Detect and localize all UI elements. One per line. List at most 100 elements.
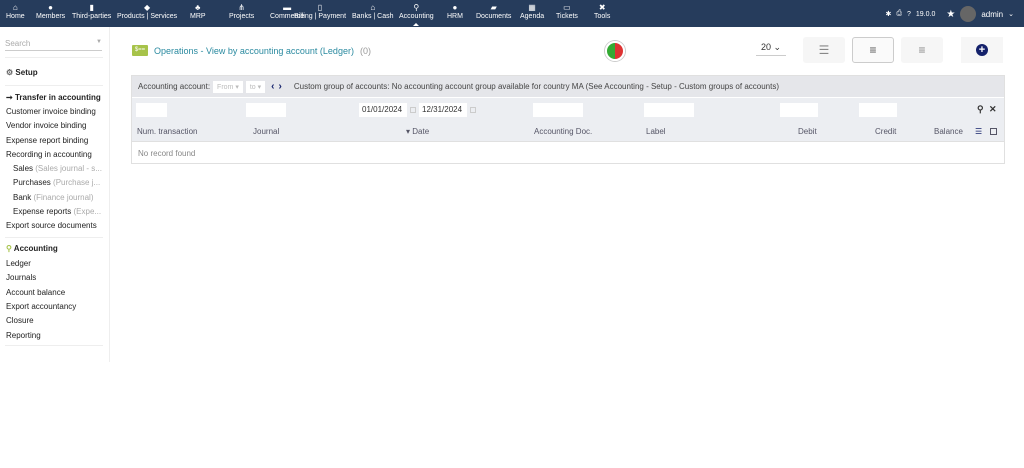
sidebar-journal-item[interactable]: Purchases (Purchase j... bbox=[13, 178, 100, 187]
align-center-icon: ≡ bbox=[869, 43, 877, 57]
top-right-tools: ✱ ⎙ ? 19.0.0 ★ admin ⌄ bbox=[886, 6, 1014, 22]
calendar-icon[interactable] bbox=[470, 107, 476, 113]
menu-item-banks-cash[interactable]: ⌂ Banks | Cash bbox=[352, 3, 394, 20]
home-icon: ⌂ bbox=[12, 3, 18, 12]
page-title: $== Operations - View by accounting acco… bbox=[132, 45, 371, 56]
col-balance: Balance bbox=[934, 127, 963, 136]
filter-credit[interactable] bbox=[859, 103, 897, 117]
filter-date-end[interactable]: 12/31/2024 bbox=[419, 103, 467, 117]
menu-item-tools[interactable]: ✖ Tools bbox=[594, 3, 610, 20]
version-label: 19.0.0 bbox=[915, 10, 936, 18]
sidebar-item-transfer[interactable]: ➞ Transfer in accounting bbox=[6, 93, 101, 102]
align-left-icon: ≡ bbox=[918, 43, 926, 57]
user-tie-icon: ● bbox=[452, 3, 458, 12]
help-icon[interactable]: ? bbox=[907, 11, 911, 18]
chevron-down-icon[interactable]: ⌄ bbox=[1008, 10, 1014, 18]
gears-icon: ⚙ bbox=[6, 68, 16, 77]
menu-item-agenda[interactable]: ▦ Agenda bbox=[520, 3, 544, 20]
view-grouped-button[interactable]: ≡ bbox=[852, 37, 894, 63]
empty-message: No record found bbox=[138, 149, 196, 158]
print-icon[interactable]: ⎙ bbox=[896, 10, 902, 18]
filter-date-start[interactable]: 01/01/2024 bbox=[359, 103, 407, 117]
sidebar-item[interactable]: Recording in accounting bbox=[6, 150, 92, 159]
search-dollar-icon: ⚲ bbox=[6, 244, 14, 253]
sidebar-item[interactable]: Closure bbox=[6, 316, 34, 325]
clear-filter-icon[interactable]: ✕ bbox=[989, 104, 997, 115]
menu-item-products-services[interactable]: ◆ Products | Services bbox=[117, 3, 177, 20]
menu-item-mrp[interactable]: ♣ MRP bbox=[190, 3, 206, 20]
user-menu[interactable]: admin bbox=[981, 10, 1003, 19]
account-to-select[interactable]: to ▾ bbox=[245, 80, 266, 93]
sidebar-item-setup[interactable]: ⚙ Setup bbox=[6, 68, 38, 77]
previous-account-icon[interactable]: ‹ bbox=[271, 81, 274, 92]
filter-debit[interactable] bbox=[780, 103, 818, 117]
chevron-down-icon: ▼ bbox=[96, 39, 102, 45]
bookmark-star-icon[interactable]: ★ bbox=[946, 9, 955, 20]
sidebar-journal-item[interactable]: Sales (Sales journal - s... bbox=[13, 164, 102, 173]
sidebar-item[interactable]: Journals bbox=[6, 273, 36, 282]
view-subtotal-button[interactable]: ≡ bbox=[901, 37, 943, 63]
ticket-icon: ▭ bbox=[563, 3, 571, 12]
record-count: (0) bbox=[359, 45, 371, 56]
sidebar-item[interactable]: Ledger bbox=[6, 259, 31, 268]
sidebar: ▼ Search ⚙ Setup ➞ Transfer in accounting… bbox=[0, 27, 110, 362]
building-icon: ▮ bbox=[89, 3, 94, 12]
cubes-icon: ♣ bbox=[195, 3, 201, 12]
sitemap-icon: ⋔ bbox=[238, 3, 245, 12]
per-page-select[interactable]: 20 ⌄ bbox=[756, 42, 786, 56]
account-filter-row: Accounting account: From ▾ to ▾ ‹ › Cust… bbox=[132, 76, 1004, 97]
col-label[interactable]: Label bbox=[646, 127, 666, 136]
filter-label[interactable] bbox=[644, 103, 694, 117]
add-button[interactable]: + bbox=[961, 37, 1003, 63]
menu-item-hrm[interactable]: ● HRM bbox=[447, 3, 463, 20]
cube-icon: ◆ bbox=[144, 3, 151, 12]
filter-accounting-doc[interactable] bbox=[533, 103, 583, 117]
sidebar-item[interactable]: Reporting bbox=[6, 331, 41, 340]
avatar[interactable] bbox=[960, 6, 977, 22]
tools-icon: ✖ bbox=[598, 3, 606, 12]
bug-icon[interactable]: ✱ bbox=[886, 10, 892, 18]
account-from-select[interactable]: From ▾ bbox=[213, 80, 243, 93]
menu-item-third-parties[interactable]: ▮ Third-parties bbox=[72, 3, 111, 20]
next-account-icon[interactable]: › bbox=[279, 81, 282, 92]
calendar-icon[interactable] bbox=[410, 107, 416, 113]
sidebar-item[interactable]: Vendor invoice binding bbox=[6, 121, 87, 130]
search-filter-row: 01/01/2024 12/31/2024 ⚲ ✕ bbox=[132, 98, 1004, 121]
export-logo-icon[interactable] bbox=[605, 41, 625, 61]
col-debit[interactable]: Debit bbox=[798, 127, 817, 136]
menu-item-accounting[interactable]: ⚲ Accounting bbox=[399, 3, 434, 26]
sidebar-journal-item[interactable]: Expense reports (Expe... bbox=[13, 207, 101, 216]
menu-item-home[interactable]: ⌂ Home bbox=[6, 3, 25, 20]
list-icon: ☰ bbox=[818, 43, 830, 57]
col-accounting-doc[interactable]: Accounting Doc. bbox=[534, 127, 592, 136]
view-list-button[interactable]: ☰ bbox=[803, 37, 845, 63]
select-all-checkbox[interactable] bbox=[990, 128, 997, 135]
user-icon: ● bbox=[48, 3, 54, 12]
sidebar-item[interactable]: Expense report binding bbox=[6, 136, 88, 145]
sidebar-search-input[interactable]: ▼ Search bbox=[5, 39, 102, 51]
sidebar-journal-item[interactable]: Bank (Finance journal) bbox=[13, 193, 94, 202]
col-journal[interactable]: Journal bbox=[253, 127, 279, 136]
menu-item-projects[interactable]: ⋔ Projects bbox=[229, 3, 254, 20]
ledger-icon: $== bbox=[132, 45, 148, 56]
filter-journal[interactable] bbox=[246, 103, 286, 117]
menu-item-billing-payment[interactable]: ▯ Billing | Payment bbox=[294, 3, 346, 20]
ledger-table: Accounting account: From ▾ to ▾ ‹ › Cust… bbox=[131, 75, 1005, 164]
filter-num-transaction[interactable] bbox=[136, 103, 167, 117]
calendar-icon: ▦ bbox=[528, 3, 536, 12]
menu-item-documents[interactable]: ▰ Documents bbox=[476, 3, 511, 20]
sidebar-item[interactable]: Account balance bbox=[6, 288, 65, 297]
col-credit[interactable]: Credit bbox=[875, 127, 896, 136]
col-num-transaction[interactable]: Num. transaction bbox=[137, 127, 197, 136]
col-date[interactable]: ▾ Date bbox=[406, 127, 429, 136]
column-select-icon[interactable]: ☰ bbox=[975, 127, 982, 136]
bank-icon: ⌂ bbox=[370, 3, 376, 12]
menu-item-tickets[interactable]: ▭ Tickets bbox=[556, 3, 578, 20]
sidebar-item[interactable]: Export accountancy bbox=[6, 302, 76, 311]
menu-item-members[interactable]: ● Members bbox=[36, 3, 65, 20]
sidebar-item[interactable]: Customer invoice binding bbox=[6, 107, 96, 116]
table-header: Num. transaction Journal ▾ Date Accounti… bbox=[132, 121, 1004, 142]
sidebar-item-export-source[interactable]: Export source documents bbox=[6, 221, 97, 230]
search-icon[interactable]: ⚲ bbox=[977, 104, 984, 115]
sidebar-item-accounting[interactable]: ⚲ Accounting bbox=[6, 244, 58, 253]
